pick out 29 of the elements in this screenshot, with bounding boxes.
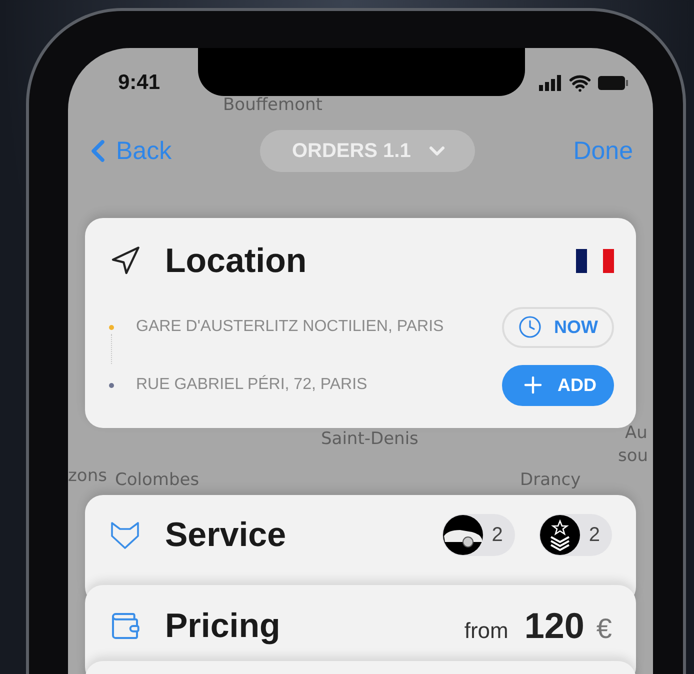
address-text: GARE D'AUSTERLITZ NOCTILIEN, PARIS bbox=[136, 318, 445, 336]
map-label: zons bbox=[68, 466, 107, 486]
navigation-arrow-icon bbox=[109, 245, 141, 277]
rank-insignia-icon bbox=[538, 514, 581, 556]
map-label: Saint-Denis bbox=[321, 429, 418, 449]
battery-icon bbox=[597, 75, 629, 91]
card-title: Location bbox=[165, 242, 308, 280]
wallet-icon bbox=[109, 610, 141, 642]
card-title: Pricing bbox=[165, 606, 282, 646]
card-title: Service bbox=[165, 516, 287, 554]
currency-symbol: € bbox=[596, 613, 612, 645]
map-label: Bouffemont bbox=[223, 95, 322, 115]
map-label: Drancy bbox=[520, 470, 581, 490]
clock-icon bbox=[518, 315, 542, 339]
map-label: Au bbox=[625, 423, 648, 443]
signal-icon bbox=[539, 75, 563, 91]
map-label: sou bbox=[618, 446, 648, 466]
service-badge[interactable]: 2 bbox=[538, 514, 612, 556]
address-text: RUE GABRIEL PÉRI, 72, PARIS bbox=[136, 376, 368, 394]
price-amount: 120 bbox=[524, 605, 584, 647]
time-button[interactable]: NOW bbox=[502, 306, 614, 348]
add-button[interactable]: ADD bbox=[502, 364, 614, 406]
flag-icon bbox=[576, 249, 614, 273]
status-time: 9:41 bbox=[118, 71, 160, 95]
map-label: Colombes bbox=[115, 470, 200, 490]
price-prefix: from bbox=[464, 618, 508, 644]
service-badge[interactable]: 2 bbox=[442, 514, 515, 556]
wifi-icon bbox=[569, 72, 591, 94]
cat-head-icon bbox=[109, 520, 141, 550]
